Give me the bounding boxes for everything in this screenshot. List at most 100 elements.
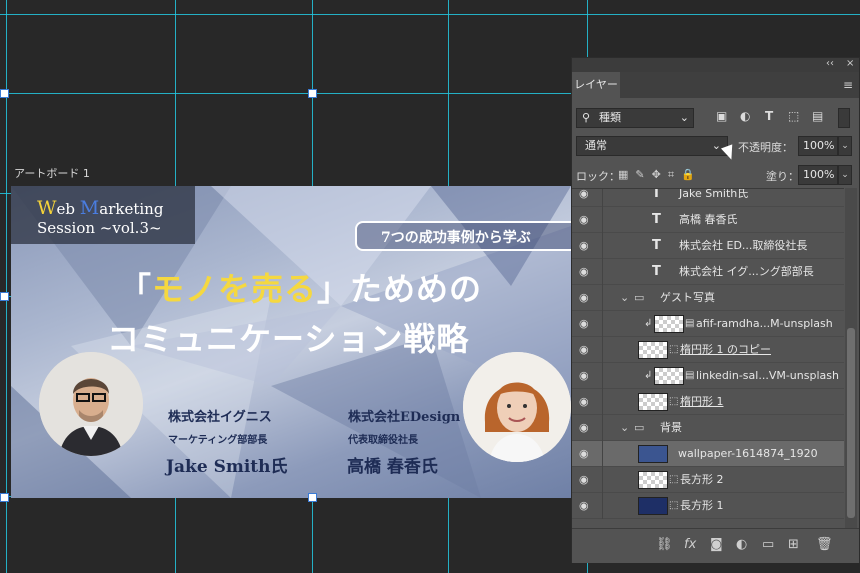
adjustment-filter-icon[interactable]: ◐: [740, 109, 750, 123]
guide-vertical[interactable]: [6, 0, 7, 573]
close-icon[interactable]: ×: [846, 58, 854, 69]
layer-name: 株式会社 イグ...ング部部長: [679, 265, 814, 278]
layer-row[interactable]: ◉ ↲ ▤ linkedin-sal...VM-unsplash: [572, 363, 844, 389]
layer-row[interactable]: ◉ ⌄ ▭ 背景: [572, 415, 844, 441]
layer-row[interactable]: ◉ T Jake Smith氏: [572, 188, 844, 207]
layer-filter-select[interactable]: ⚲ 種類 ⌄: [576, 108, 694, 128]
layer-thumbnail: [654, 367, 684, 385]
layer-name: 楕円形 1: [680, 395, 724, 408]
new-layer-icon[interactable]: ⊞: [788, 537, 799, 552]
panel-menu-icon[interactable]: ≡: [843, 78, 853, 92]
eye-icon[interactable]: ◉: [579, 421, 593, 434]
fx-icon[interactable]: fx: [684, 537, 696, 552]
speaker1-name: Jake Smith氏: [166, 457, 288, 477]
man-portrait-icon: [39, 352, 143, 456]
collapse-icon[interactable]: ‹‹: [826, 58, 834, 69]
layer-row[interactable]: ◉ ⬚ 長方形 2: [572, 467, 844, 493]
layer-scrollbar[interactable]: [845, 188, 857, 528]
speaker1-role: マーケティング部部長: [168, 435, 268, 446]
pixel-filter-icon[interactable]: ▣: [716, 109, 727, 123]
series-title-box: Web Marketing Session ~vol.3~: [11, 186, 195, 244]
chevron-down-icon: ⌄: [711, 139, 721, 152]
eye-icon[interactable]: ◉: [579, 291, 593, 304]
text-filter-icon[interactable]: T: [765, 109, 773, 123]
banner-artboard[interactable]: Web Marketing Session ~vol.3~ 7つの成功事例から学…: [11, 186, 571, 498]
layer-row[interactable]: ◉ ⌄ ▭ ゲスト写真: [572, 285, 844, 311]
transform-handle[interactable]: [308, 89, 317, 98]
transform-handle[interactable]: [0, 493, 9, 502]
link-icon[interactable]: ⛓: [656, 537, 673, 552]
eye-icon[interactable]: ◉: [579, 369, 593, 382]
layer-name: 長方形 2: [680, 473, 724, 486]
speaker2-role: 代表取締役社長: [348, 435, 418, 446]
trash-icon[interactable]: 🗑: [816, 537, 833, 552]
layer-name: wallpaper-1614874_1920: [678, 447, 818, 460]
smartobject-filter-icon[interactable]: ▤: [812, 109, 823, 123]
eye-icon[interactable]: ◉: [579, 265, 593, 278]
layer-row[interactable]: ◉ ↲ ▤ afif-ramdha...M-unsplash: [572, 311, 844, 337]
layer-name: 長方形 1: [680, 499, 724, 512]
series-title-line2: Session ~vol.3~: [37, 219, 162, 237]
filter-toggle[interactable]: [838, 108, 850, 128]
shape-filter-icon[interactable]: ⬚: [788, 109, 799, 123]
layer-row[interactable]: ◉ ⬚ 長方形 1: [572, 493, 844, 519]
series-w-letter: W: [37, 197, 57, 219]
layer-row[interactable]: ◉ ⬚ 楕円形 1 のコピー: [572, 337, 844, 363]
eye-icon[interactable]: ◉: [579, 239, 593, 252]
blend-mode-select[interactable]: 通常 ⌄: [576, 136, 728, 156]
eye-icon[interactable]: ◉: [579, 447, 593, 460]
woman-portrait-icon: [463, 352, 571, 462]
layer-name: 株式会社 ED...取締役社長: [679, 239, 808, 252]
panel-bottom-toolbar: ⛓ fx ◙ ◐ ▭ ⊞ 🗑: [572, 528, 859, 563]
eye-icon[interactable]: ◉: [579, 317, 593, 330]
smart-object-icon: ▤: [685, 370, 695, 381]
fill-input[interactable]: 100%: [798, 165, 838, 185]
eye-icon[interactable]: ◉: [579, 213, 593, 226]
layer-row[interactable]: ◉ T 株式会社 ED...取締役社長: [572, 233, 844, 259]
layer-name: 背景: [660, 421, 682, 434]
transform-handle[interactable]: [0, 292, 9, 301]
guide-horizontal[interactable]: [0, 14, 860, 15]
shape-icon: ⬚: [669, 474, 679, 485]
transform-handle[interactable]: [308, 493, 317, 502]
clip-arrow-icon: ↲: [644, 318, 653, 329]
tab-layers[interactable]: レイヤー: [572, 72, 620, 98]
chevron-down-icon[interactable]: ⌄: [620, 285, 629, 311]
eye-icon[interactable]: ◉: [579, 395, 593, 408]
fill-dropdown-icon[interactable]: ⌄: [838, 165, 852, 185]
eye-icon[interactable]: ◉: [579, 189, 593, 200]
layer-thumbnail: [638, 393, 668, 411]
fill-label: 塗り：: [766, 170, 799, 183]
layer-row[interactable]: ◉ ⬚ 楕円形 1: [572, 389, 844, 415]
opacity-dropdown-icon[interactable]: ⌄: [838, 136, 852, 156]
eye-icon[interactable]: ◉: [579, 343, 593, 356]
text-layer-icon: T: [652, 188, 661, 201]
transform-handle[interactable]: [0, 89, 9, 98]
layer-name: Jake Smith氏: [679, 188, 749, 200]
layer-row[interactable]: ◉ T 高橋 春香氏: [572, 207, 844, 233]
bracket-open: 「: [119, 270, 153, 308]
eye-icon[interactable]: ◉: [579, 473, 593, 486]
panel-tabbar: レイヤー ≡: [572, 72, 859, 98]
lock-label: ロック：: [576, 170, 620, 183]
layer-row[interactable]: ◉ T 株式会社 イグ...ング部部長: [572, 259, 844, 285]
headline-rest: 」ためめの: [317, 270, 483, 308]
opacity-input[interactable]: 100%: [798, 136, 838, 156]
series-title-line1: Web Marketing: [37, 197, 163, 219]
new-group-icon[interactable]: ▭: [762, 537, 774, 552]
speaker2-name: 高橋 春香氏: [347, 457, 438, 477]
chevron-down-icon[interactable]: ⌄: [620, 415, 629, 441]
layer-thumbnail: [638, 497, 668, 515]
shape-icon: ⬚: [669, 396, 679, 407]
eye-icon[interactable]: ◉: [579, 499, 593, 512]
layer-name: afif-ramdha...M-unsplash: [696, 317, 833, 330]
layer-row-selected[interactable]: ◉ wallpaper-1614874_1920: [572, 441, 844, 467]
folder-icon: ▭: [634, 421, 645, 434]
headline-highlight: モノを売る: [152, 270, 318, 308]
scrollbar-thumb[interactable]: [847, 328, 855, 518]
lock-icons[interactable]: ▦✎✥⌗🔒: [618, 168, 702, 182]
mask-icon[interactable]: ◙: [710, 537, 723, 552]
series-text: arketing: [99, 200, 164, 218]
adjustment-icon[interactable]: ◐: [736, 537, 747, 552]
artboard-label[interactable]: アートボード 1: [14, 165, 90, 181]
